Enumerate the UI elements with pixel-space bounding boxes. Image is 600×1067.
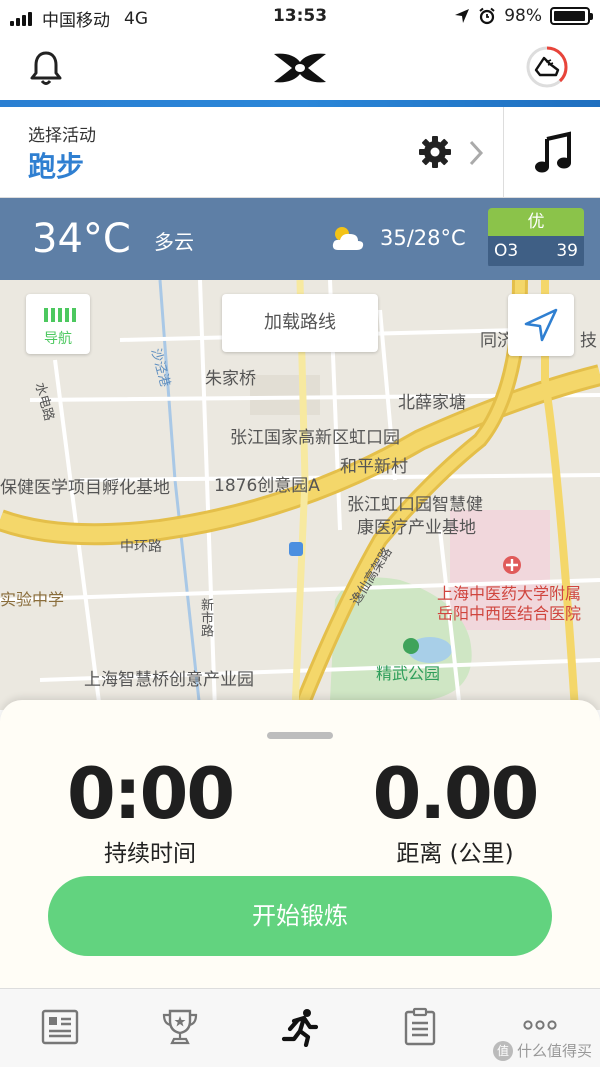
duration-value: 0:00 <box>66 753 235 835</box>
top-nav <box>0 34 600 100</box>
music-icon[interactable] <box>533 131 573 175</box>
watermark-logo-icon: 值 <box>492 1040 513 1061</box>
divider <box>503 107 504 198</box>
map-label: 上海智慧桥创意产业园 <box>84 670 254 690</box>
map-label: 张江虹口园智慧健 <box>347 495 483 515</box>
status-bar: 中国移动 4G 13:53 98% <box>0 0 600 34</box>
header-accent-line <box>0 100 600 107</box>
locate-button[interactable] <box>508 294 574 356</box>
current-activity[interactable]: 跑步 <box>28 145 84 185</box>
map-label: 1876创意园A <box>214 476 320 496</box>
load-route-button[interactable]: 加载路线 <box>222 294 378 352</box>
location-arrow-icon <box>455 9 470 23</box>
tab-record-run-icon[interactable] <box>280 1007 320 1047</box>
map-label: 中环路 <box>120 539 162 555</box>
duration-metric: 0:00 持续时间 <box>50 756 250 868</box>
shoe-tracker-icon[interactable] <box>524 44 570 90</box>
map-label: 张江国家高新区虹口园 <box>230 428 400 448</box>
under-armour-logo <box>274 53 326 83</box>
watermark-text: 什么值得买 <box>516 1042 592 1060</box>
navigation-button[interactable]: 导航 <box>26 294 90 354</box>
navigation-icon <box>44 308 76 322</box>
map-label: 精武公园 <box>376 664 441 683</box>
distance-value: 0.00 <box>372 753 540 835</box>
distance-label: 距离 (公里) <box>396 841 514 867</box>
aqi-pollutant: O3 <box>494 241 519 261</box>
map-label: 岳阳中西医结合医院 <box>437 604 582 623</box>
aqi-level: 优 <box>488 208 584 236</box>
start-workout-button[interactable]: 开始锻炼 <box>48 876 552 956</box>
tab-challenges-icon[interactable] <box>160 1007 200 1047</box>
map-label: 康医疗产业基地 <box>357 518 476 538</box>
battery-percent: 98% <box>504 6 542 26</box>
temperature-range: 35/28°C <box>380 226 466 250</box>
weather-condition: 多云 <box>154 230 194 254</box>
bell-icon[interactable] <box>26 48 66 88</box>
map-label: 朱家桥 <box>205 369 256 389</box>
chevron-right-icon[interactable] <box>466 139 486 167</box>
map-label: 和平新村 <box>340 457 408 477</box>
watermark: 值 什么值得买 <box>492 1040 592 1061</box>
tab-bar: 值 什么值得买 <box>0 988 600 1067</box>
workout-panel: 0:00 持续时间 0.00 距离 (公里) 开始锻炼 <box>0 700 600 988</box>
distance-metric: 0.00 距离 (公里) <box>355 756 555 868</box>
partly-cloudy-icon <box>332 227 364 250</box>
location-arrow-icon <box>524 308 558 342</box>
navigation-label: 导航 <box>44 331 72 347</box>
activity-selector[interactable]: 选择活动 跑步 <box>0 107 600 198</box>
aqi-value: 39 <box>556 241 578 261</box>
air-quality-badge: 优 O3 39 <box>488 208 584 268</box>
tab-feed-icon[interactable] <box>40 1007 80 1047</box>
map-label: 保健医学项目孵化基地 <box>0 478 170 498</box>
map-label: 实验中学 <box>0 590 65 609</box>
weather-bar: 34°C 多云 35/28°C 优 O3 39 <box>0 198 600 280</box>
map-label: 新市路 <box>198 598 213 637</box>
alarm-icon <box>479 7 495 25</box>
duration-label: 持续时间 <box>104 841 196 867</box>
map-label: 北薛家塘 <box>398 393 466 413</box>
drag-handle[interactable] <box>267 732 333 739</box>
tab-plans-icon[interactable] <box>400 1007 440 1047</box>
map-label: 技 <box>580 331 597 351</box>
gear-icon[interactable] <box>418 135 452 169</box>
temperature: 34°C <box>32 216 131 262</box>
battery-icon <box>550 7 593 25</box>
map-view[interactable]: 朱家桥 北薛家塘 张江国家高新区虹口园 和平新村 保健医学项目孵化基地 1876… <box>0 280 600 710</box>
select-activity-label: 选择活动 <box>28 126 96 146</box>
